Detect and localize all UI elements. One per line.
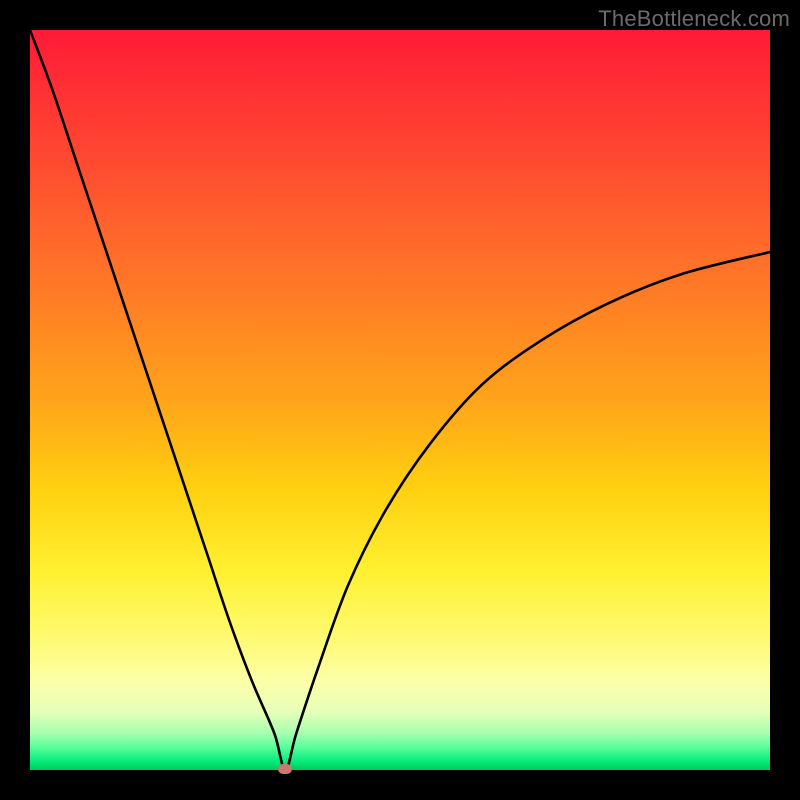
bottleneck-curve	[30, 30, 770, 770]
optimum-point-marker	[278, 764, 292, 774]
chart-frame: TheBottleneck.com	[0, 0, 800, 800]
watermark-text: TheBottleneck.com	[598, 6, 790, 32]
plot-area	[30, 30, 770, 770]
curve-path	[30, 30, 770, 770]
